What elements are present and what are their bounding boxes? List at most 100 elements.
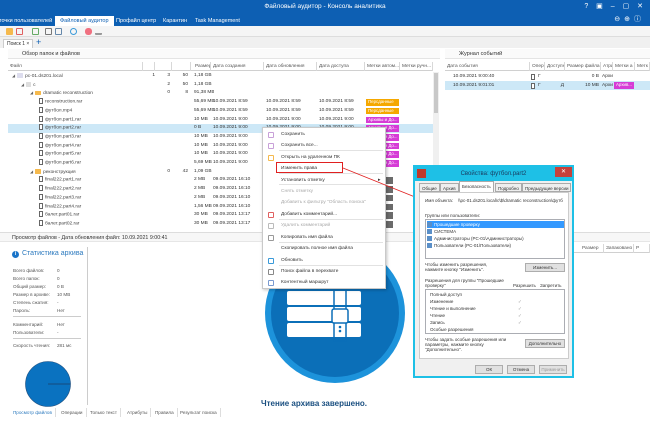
menu-item[interactable]: Добавить комментарий... (281, 212, 337, 217)
auto-tag-badge: Архив... (614, 82, 634, 89)
column-header[interactable]: Размер (193, 62, 211, 71)
highlight-box (276, 162, 343, 173)
window-controls[interactable]: ? ▣ – ▢ ✕ (584, 0, 646, 14)
menu-item[interactable]: Копировать имя файла (281, 235, 333, 240)
menu-item[interactable]: Открыть на удаленном ПК (281, 155, 340, 160)
column-header[interactable] (143, 62, 155, 71)
column-header[interactable]: Дата обновления (264, 62, 317, 71)
expand-arrow-icon[interactable]: ◢ (12, 73, 15, 78)
column-size[interactable]: Размер (580, 244, 604, 253)
size-cell: 5,69 MB (194, 160, 212, 165)
ok-button[interactable]: ОК (475, 365, 503, 374)
column-header[interactable]: Атри (601, 62, 613, 71)
column-header[interactable]: Размер файла (565, 62, 601, 71)
table-row[interactable]: reconstruction.rar 55,69 MB 10.09.2021 8:5… (8, 98, 433, 107)
group-item[interactable]: СИСТЕМА (427, 228, 564, 235)
tab-5[interactable]: Результат поиска (177, 408, 221, 417)
tab-quarantine[interactable]: Карантин (158, 16, 192, 26)
column-header[interactable]: Дата доступа (317, 62, 365, 71)
menu-item[interactable]: Сохранить все... (281, 143, 318, 148)
file-name-cell: футбол.part5.rar (39, 150, 142, 159)
menu-item[interactable]: Обновить (281, 258, 303, 263)
table-row[interactable]: ◢ dramatic reconstruction 0 8 91,38 MB (8, 89, 433, 98)
file-name: футбол.part6.rar (45, 160, 82, 166)
apply-button[interactable]: Применить (539, 365, 567, 374)
column-header[interactable] (160, 62, 172, 71)
file-name-cell: final222.part3.rar (39, 193, 142, 203)
export-icon[interactable] (16, 28, 23, 35)
tab-search-1[interactable]: Поиск 1 × (3, 39, 34, 48)
expand-arrow-icon[interactable]: ◢ (30, 90, 33, 95)
tag-icon[interactable] (85, 28, 92, 35)
text-icon[interactable] (45, 28, 52, 35)
file-name: футбол.part3.rar (45, 134, 82, 140)
tab-profile-center[interactable]: Профайл центр (111, 16, 161, 26)
table-row[interactable]: 10.09.2021 9:01:01 Г Д 10 MB Архи Архив... (445, 81, 650, 90)
menu-item[interactable]: Скопировать полное имя файла (281, 246, 353, 251)
column-header[interactable]: Метки ручн... (400, 62, 433, 71)
tab-1[interactable]: Операции (58, 408, 87, 417)
tab-general[interactable]: Общие (419, 183, 440, 192)
close-button[interactable]: ✕ (555, 167, 572, 177)
table-row[interactable]: 10.09.2021 9:00:40 Г 0 B Архи (445, 72, 650, 81)
open-folder-icon[interactable] (6, 28, 13, 35)
column-header[interactable]: Метки автом... (365, 62, 400, 71)
upload-icon[interactable] (95, 28, 102, 35)
tab-archive[interactable]: Архив (440, 183, 459, 192)
scrollbar-thumb[interactable] (434, 73, 438, 113)
refresh-icon[interactable] (70, 28, 77, 35)
group-item[interactable]: Пользователи (PC-01\Пользователи) (427, 242, 564, 249)
dialog-title-bar[interactable]: Свойства: футбол.part2 (415, 167, 572, 181)
menu-item[interactable]: Сохранить (281, 132, 305, 137)
groups-list[interactable]: Прошедшие проверку СИСТЕМА Администраторы … (425, 219, 565, 259)
tab-2[interactable]: Только текст (87, 408, 121, 417)
tab-previous-versions[interactable]: Предыдущие версии (522, 183, 572, 192)
column-header[interactable]: Доступн (545, 62, 565, 71)
table-row[interactable]: ◢ c 2 50 1,18 GB (8, 81, 433, 90)
save-icon (268, 132, 274, 138)
file-size: 10 MB (585, 83, 599, 88)
column-header[interactable]: Опер (530, 62, 545, 71)
menu-item[interactable]: Удалить комментарий (281, 223, 330, 228)
column-header[interactable]: Файл (8, 62, 143, 71)
column-header[interactable] (179, 62, 191, 71)
expand-arrow-icon[interactable]: ◢ (30, 169, 33, 174)
tab-user-points[interactable]: точки пользователей (0, 16, 57, 26)
change-button[interactable]: Изменить... (525, 263, 565, 272)
divider (13, 316, 81, 317)
user-icon[interactable] (55, 28, 62, 35)
tab-task-management[interactable]: Task Management (190, 16, 245, 26)
table-row[interactable]: ◢ pc-01.ds201.local 1 3 50 1,18 GB (8, 72, 433, 81)
table-row[interactable]: футбол.mp4 55,69 MB 10.09.2021 8:59 10.09.2… (8, 106, 433, 116)
column-header[interactable]: Дата события (445, 62, 530, 71)
expand-arrow-icon[interactable]: ◢ (21, 82, 24, 87)
tab-3[interactable]: Атрибуты (124, 408, 152, 417)
document-icon[interactable] (32, 28, 39, 35)
file-name-cell: балет.part02.rar (39, 219, 142, 229)
header-icons[interactable]: ⊖⊕ⓘ (614, 14, 645, 26)
table-row[interactable]: футбол.part1.rar 10 MB 10.09.2021 9:00 10.0… (8, 115, 433, 125)
group-item[interactable]: Администраторы (PC-01\Администраторы) (427, 235, 564, 242)
tab-security[interactable]: Безопасность (459, 181, 494, 192)
menu-item[interactable]: Установить отметку (281, 178, 325, 183)
allow-check-icon: ✓ (518, 299, 522, 304)
tab-details[interactable]: Подробно (495, 183, 522, 192)
tab-file-auditor[interactable]: Файловый аудитор (55, 16, 114, 26)
column-header[interactable]: Метки а (613, 62, 635, 71)
advanced-button[interactable]: Дополнительно (525, 339, 565, 348)
column-header[interactable]: Дата создания (211, 62, 264, 71)
menu-item[interactable]: Контентный маршрут (281, 280, 329, 285)
group-item[interactable]: Прошедшие проверку (427, 221, 564, 228)
column-r[interactable]: Р (634, 244, 650, 253)
add-tab-button[interactable]: + (36, 37, 41, 48)
tab-0[interactable]: Просмотр файлов (10, 408, 56, 417)
tab-4[interactable]: Правила (152, 408, 178, 417)
menu-item[interactable]: Снять отметку (281, 189, 313, 194)
close-icon[interactable]: × (26, 41, 29, 47)
menu-item[interactable]: Поиск файла в перехвате (281, 269, 338, 274)
column-packed[interactable]: Запаковано (604, 244, 634, 253)
column-header[interactable]: Метк (635, 62, 650, 71)
file-name: балет.part02.rar (45, 221, 80, 227)
menu-separator (279, 150, 383, 151)
cancel-button[interactable]: Отмена (507, 365, 535, 374)
